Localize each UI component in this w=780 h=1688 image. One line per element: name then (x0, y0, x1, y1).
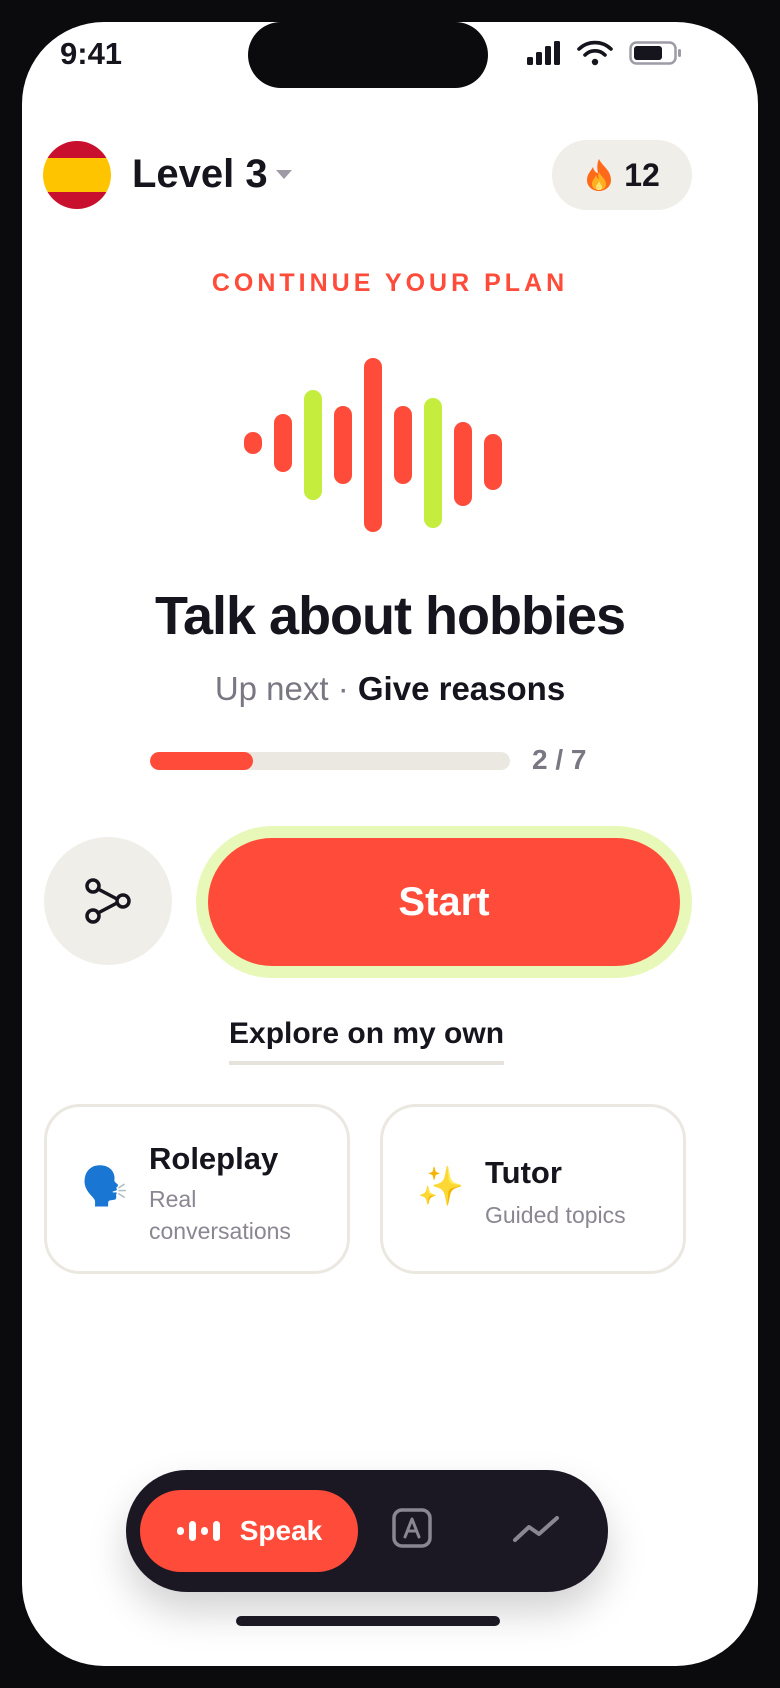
sparkles-icon: ✨ (417, 1166, 465, 1208)
battery-icon (629, 41, 681, 65)
roleplay-card[interactable]: 🗣️ Roleplay Real conversations (44, 1104, 350, 1274)
status-icons (527, 40, 683, 66)
spain-flag-icon[interactable] (43, 141, 111, 209)
tab-bar: Speak (126, 1470, 608, 1592)
tutor-subtitle: Guided topics (485, 1202, 626, 1228)
tab-speak[interactable]: Speak (140, 1490, 358, 1572)
plan-kicker: CONTINUE YOUR PLAN (211, 269, 569, 297)
tutor-card[interactable]: ✨ Tutor Guided topics (380, 1104, 686, 1274)
home-indicator (236, 1616, 500, 1626)
tab-speak-label: Speak (239, 1515, 323, 1546)
trend-chart-icon (513, 1516, 559, 1542)
dynamic-island (248, 22, 488, 88)
lesson-progress-fill (150, 752, 253, 770)
streak-count: 12 (624, 156, 660, 193)
tab-progress[interactable] (512, 1514, 560, 1549)
up-next-value: Give reasons (357, 670, 566, 707)
phone-screen: 9:41 Level 3 12 CONTINUE YOUR PLAN Talk … (22, 22, 758, 1666)
lesson-progress-bar (150, 752, 510, 770)
lesson-progress-label: 2 / 7 (532, 744, 587, 775)
cellular-signal-icon (527, 41, 560, 65)
up-next: Up next · Give reasons (22, 670, 758, 708)
learning-path-button[interactable] (44, 837, 172, 965)
roleplay-title: Roleplay (149, 1141, 279, 1176)
up-next-separator: · (337, 670, 349, 707)
tutor-title: Tutor (485, 1155, 562, 1190)
chevron-down-icon[interactable] (276, 170, 292, 179)
status-time: 9:41 (60, 36, 123, 71)
roleplay-subtitle: Real conversations (149, 1186, 291, 1244)
tab-vocabulary[interactable] (392, 1508, 432, 1553)
explore-link[interactable]: Explore on my own (229, 1017, 505, 1065)
fire-icon (587, 159, 612, 191)
wifi-icon (577, 40, 613, 66)
start-button[interactable]: Start (208, 838, 680, 966)
lesson-title: Talk about hobbies (154, 586, 626, 646)
speaking-head-icon: 🗣️ (81, 1166, 129, 1208)
up-next-label: Up next (214, 670, 329, 707)
letter-card-icon (392, 1508, 432, 1548)
level-selector[interactable]: Level 3 (132, 152, 268, 197)
sound-wave-icon (244, 358, 502, 532)
path-icon (85, 878, 131, 924)
sound-wave-icon (176, 1521, 220, 1541)
streak-badge[interactable]: 12 (552, 140, 692, 210)
